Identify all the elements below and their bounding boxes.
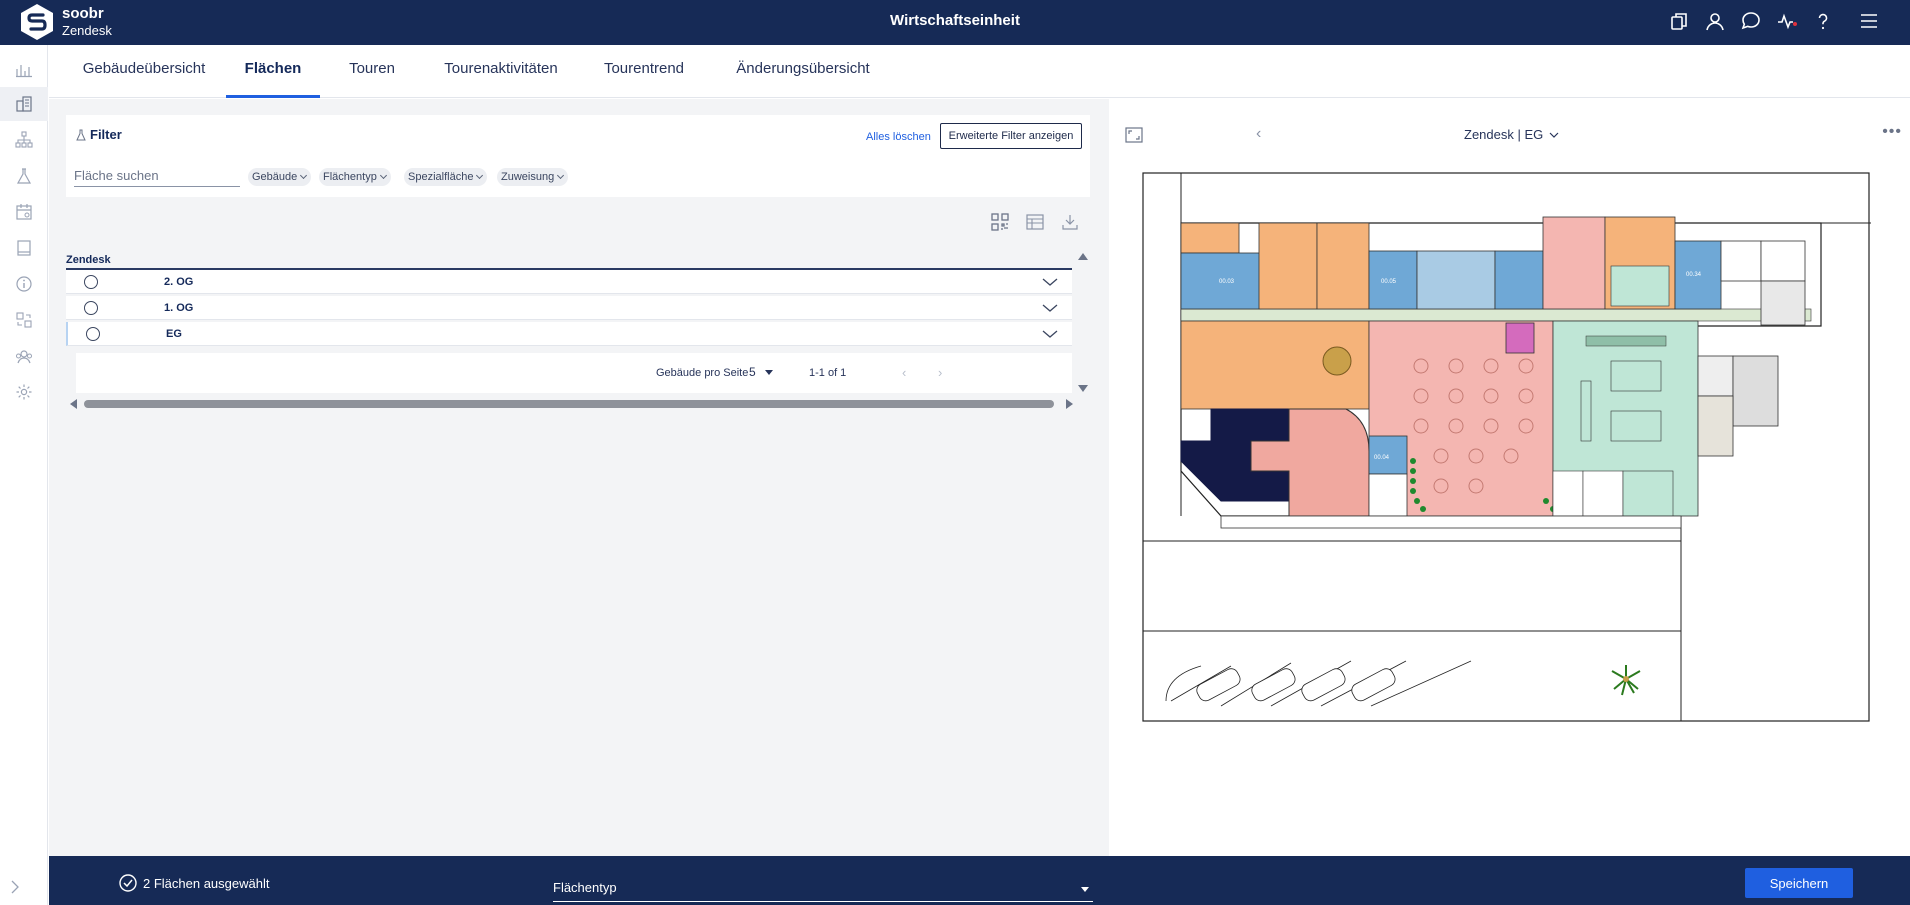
table-row[interactable]: 1. OG: [66, 296, 1072, 320]
row-radio[interactable]: [84, 301, 98, 315]
scroll-right-arrow[interactable]: [1066, 399, 1073, 409]
row-label: 2. OG: [164, 276, 194, 288]
expand-rail-icon[interactable]: [0, 877, 30, 897]
caret-down-icon: [765, 370, 774, 376]
filter-title: Filter: [90, 127, 122, 142]
building-icon[interactable]: [0, 87, 48, 121]
area-table: Zendesk 2. OG 1. OG EG Gebäude pro Seite…: [66, 205, 1090, 410]
help-icon[interactable]: [1812, 10, 1834, 32]
row-label: 1. OG: [164, 302, 194, 314]
prev-page-icon[interactable]: ‹: [902, 365, 906, 380]
room-label: 00.03: [1219, 279, 1235, 285]
chip-zuweisung[interactable]: Zuweisung: [497, 168, 569, 186]
page-range: 1-1 of 1: [809, 367, 847, 379]
scroll-up-arrow[interactable]: [1078, 253, 1088, 260]
scroll-left-arrow[interactable]: [70, 399, 77, 409]
qr-code-icon[interactable]: [991, 213, 1011, 233]
tab-bar: Gebäudeübersicht Flächen Touren Tourenak…: [49, 45, 1910, 98]
swap-icon[interactable]: [0, 303, 48, 337]
tab-touren[interactable]: Touren: [335, 45, 409, 98]
clear-all-link[interactable]: Alles löschen: [866, 131, 931, 143]
chat-icon[interactable]: [1740, 10, 1762, 32]
per-page-select[interactable]: 5: [749, 365, 774, 379]
room-label: 00.04: [1374, 455, 1390, 461]
next-page-icon[interactable]: ›: [938, 365, 942, 380]
app-header: soobr Zendesk Wirtschaftseinheit: [0, 0, 1910, 45]
calendar-icon[interactable]: [0, 195, 48, 229]
more-options-icon[interactable]: •••: [1882, 123, 1902, 141]
flask-icon[interactable]: [0, 159, 48, 193]
tab-aenderungsuebersicht[interactable]: Änderungsübersicht: [703, 45, 903, 98]
flask-icon: [76, 129, 86, 140]
area-type-select[interactable]: Flächentyp: [553, 880, 1093, 902]
floor-selector[interactable]: Zendesk | EG: [1464, 127, 1559, 142]
download-icon[interactable]: [1061, 213, 1081, 233]
selection-bar: 2 Flächen ausgewählt Flächentyp Speicher…: [49, 856, 1910, 905]
row-label: EG: [166, 328, 182, 340]
gear-icon[interactable]: [0, 375, 48, 409]
scroll-down-arrow[interactable]: [1078, 385, 1088, 392]
tab-flaechen[interactable]: Flächen: [226, 45, 320, 98]
people-icon[interactable]: [0, 339, 48, 373]
floor-plan-panel: ‹ Zendesk | EG ••• 00.03 00.05 00.34 00.…: [1111, 115, 1910, 856]
horizontal-scrollbar[interactable]: [84, 400, 1054, 408]
chip-flaechentyp[interactable]: Flächentyp: [319, 168, 391, 186]
table-view-icon[interactable]: [1026, 213, 1046, 233]
tab-tourenaktivitaeten[interactable]: Tourenaktivitäten: [421, 45, 581, 98]
building-group-label: Zendesk: [66, 254, 111, 266]
chevron-down-icon: [1549, 132, 1559, 138]
floor-title: Zendesk | EG: [1464, 127, 1544, 142]
caret-down-icon: [1081, 887, 1089, 892]
area-type-value: Flächentyp: [553, 880, 617, 895]
per-page-value: 5: [749, 365, 756, 379]
tab-tourentrend[interactable]: Tourentrend: [585, 45, 703, 98]
chevron-down-icon[interactable]: [1042, 326, 1058, 342]
info-icon[interactable]: [0, 267, 48, 301]
table-row[interactable]: 2. OG: [66, 270, 1072, 294]
floor-plan[interactable]: 00.03 00.05 00.34 00.04: [1141, 171, 1871, 723]
pagination: Gebäude pro Seite 5 1-1 of 1 ‹ ›: [76, 353, 1072, 393]
selection-text: 2 Flächen ausgewählt: [143, 875, 270, 891]
advanced-filter-button[interactable]: Erweiterte Filter anzeigen: [940, 123, 1082, 149]
tablet-icon[interactable]: [0, 231, 48, 265]
left-rail: [0, 45, 48, 905]
filter-panel: Filter Alles löschen Erweiterte Filter a…: [66, 115, 1090, 197]
user-icon[interactable]: [1704, 10, 1726, 32]
page-title: Wirtschaftseinheit: [890, 12, 1020, 29]
save-button[interactable]: Speichern: [1745, 868, 1853, 898]
menu-icon[interactable]: [1858, 10, 1880, 32]
activity-icon[interactable]: [1776, 10, 1798, 32]
area-search-input[interactable]: [74, 165, 240, 187]
bar-chart-icon[interactable]: [0, 52, 48, 86]
table-row[interactable]: EG: [66, 322, 1072, 346]
selection-count: 2 Flächen ausgewählt: [119, 874, 269, 892]
row-radio[interactable]: [86, 327, 100, 341]
tab-gebaeudeuebersicht[interactable]: Gebäudeübersicht: [69, 45, 219, 98]
hierarchy-icon[interactable]: [0, 123, 48, 157]
room-label: 00.05: [1381, 279, 1397, 285]
chip-gebaeude[interactable]: Gebäude: [248, 168, 312, 186]
filter-heading: Filter: [76, 127, 122, 142]
check-circle-icon: [119, 874, 137, 892]
prev-floor-icon[interactable]: ‹: [1256, 125, 1261, 143]
chevron-down-icon[interactable]: [1042, 274, 1058, 290]
chevron-down-icon[interactable]: [1042, 300, 1058, 316]
per-page-label: Gebäude pro Seite: [656, 367, 749, 379]
expand-icon[interactable]: [1125, 127, 1143, 143]
room-label: 00.34: [1686, 272, 1702, 278]
copy-icon[interactable]: [1668, 10, 1690, 32]
row-radio[interactable]: [84, 275, 98, 289]
chip-spezialflaeche[interactable]: Spezialfläche: [404, 168, 488, 186]
